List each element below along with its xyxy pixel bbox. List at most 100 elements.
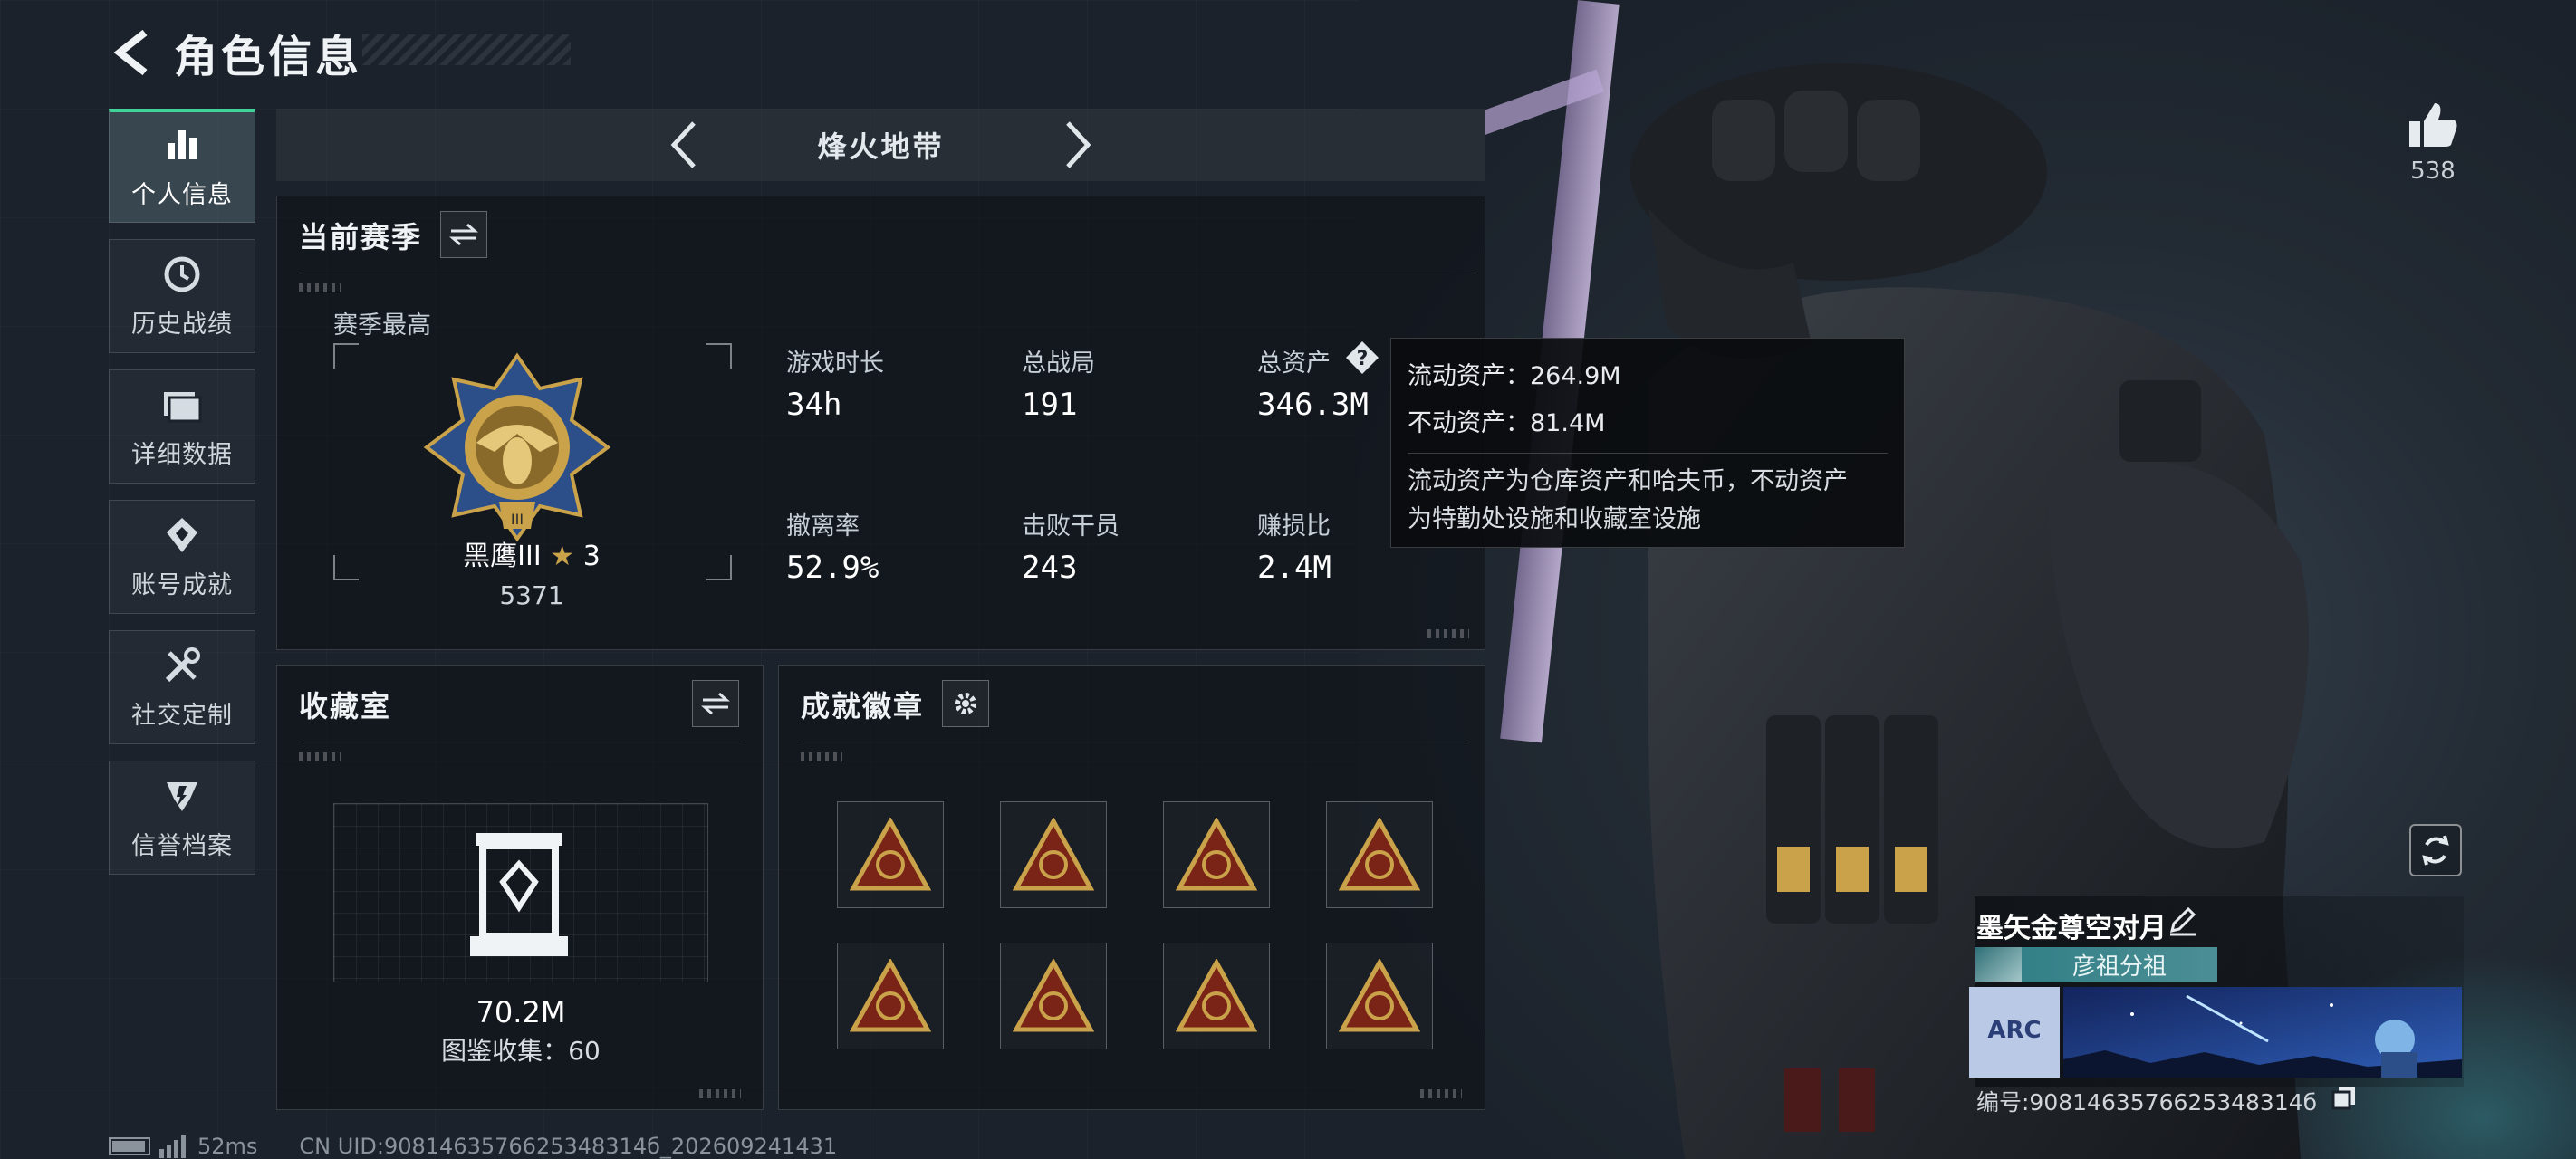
profile-banner[interactable]: ARC: [1969, 987, 2462, 1078]
sidebar-item-reputation[interactable]: 信誉档案: [109, 761, 255, 875]
sidebar-item-label: 社交定制: [131, 701, 233, 730]
collection-title: 收藏室: [299, 689, 392, 723]
decoration: [801, 752, 842, 761]
banner-artwork: ARC: [1969, 987, 2462, 1078]
history-clock-icon: [161, 254, 203, 295]
switch-arrows-icon: [449, 223, 478, 246]
achievement-badge-icon: [1013, 818, 1094, 891]
page-title: 角色信息: [174, 32, 363, 82]
achievement-badge-icon: [850, 959, 931, 1032]
badge-slot[interactable]: [1326, 943, 1433, 1049]
frame-corner: [706, 343, 732, 369]
like-button[interactable]: 538: [2379, 101, 2487, 185]
bar-chart-icon: [161, 124, 203, 166]
stat-label: 击败干员: [1022, 512, 1120, 541]
folder-icon: [161, 384, 203, 426]
badge-slot[interactable]: [837, 943, 944, 1049]
collection-count: 图鉴收集：60: [441, 1036, 601, 1066]
badge-slot[interactable]: [837, 801, 944, 908]
edit-name-button[interactable]: [2167, 904, 2203, 940]
collection-panel: 收藏室 70.2M 图鉴收集：60: [276, 665, 764, 1110]
badge-slot[interactable]: [1163, 943, 1270, 1049]
copy-icon: [2331, 1087, 2355, 1110]
stat-value: 2.4M: [1257, 550, 1331, 586]
stat-label: 撤离率: [786, 512, 860, 541]
stat-value: 191: [1022, 387, 1078, 423]
svg-text:?: ?: [1357, 348, 1369, 370]
like-count: 538: [2410, 158, 2456, 185]
mode-title: 烽火地带: [817, 129, 945, 164]
wrench-tools-icon: [161, 645, 203, 686]
sidebar-item-achievements[interactable]: 账号成就: [109, 500, 255, 614]
header: 角色信息: [109, 25, 362, 82]
badge-slot[interactable]: [1000, 801, 1107, 908]
back-arrow-icon: [113, 29, 148, 76]
star-icon: ★: [550, 541, 575, 572]
collection-room-preview[interactable]: [333, 803, 708, 982]
achievement-badge-icon: [1176, 818, 1257, 891]
switch-arrows-icon: [701, 692, 730, 715]
decoration: [1427, 629, 1469, 638]
rank-line: 黑鹰III ★ 3: [333, 533, 730, 573]
rank-emblem-icon: III: [423, 352, 611, 542]
refresh-icon: [2422, 835, 2449, 866]
status-uid: CN UID:9081463576625348314б_202609241431: [299, 1134, 838, 1159]
decoration: [699, 1089, 741, 1098]
status-bar: 52ms CN UID:9081463576625348314б_2026092…: [109, 1134, 837, 1159]
achievement-badge-icon: [1013, 959, 1094, 1032]
decoration: [299, 752, 341, 761]
prev-mode-button[interactable]: [657, 118, 711, 172]
next-mode-button[interactable]: [1051, 118, 1105, 172]
sidebar-item-personal-info[interactable]: 个人信息: [109, 109, 255, 223]
signal-icon: [159, 1135, 186, 1158]
help-icon[interactable]: ?: [1344, 340, 1380, 376]
stat-label: 赚损比: [1257, 512, 1331, 541]
collection-switch-button[interactable]: [692, 680, 739, 727]
badge-slot[interactable]: [1000, 943, 1107, 1049]
team-avatar: [1975, 947, 2022, 982]
asset-tooltip: 流动资产：264.9M 不动资产：81.4M 流动资产为仓库资产和哈夫币，不动资…: [1390, 338, 1905, 548]
battery-icon: [109, 1137, 150, 1155]
stat-label: 游戏时长: [786, 350, 884, 378]
chevron-left-icon: [670, 121, 696, 168]
season-best-label: 赛季最高: [333, 311, 431, 340]
badge-slot[interactable]: [1163, 801, 1270, 908]
ping-value: 52ms: [197, 1134, 258, 1159]
player-name: 墨矢金尊空对月: [1976, 913, 2167, 944]
badge-settings-button[interactable]: [942, 680, 989, 727]
liquid-assets: 流动资产：264.9M: [1408, 362, 1621, 390]
collection-value: 70.2M: [476, 995, 566, 1030]
sidebar-item-label: 个人信息: [131, 181, 233, 209]
stat-value: 34h: [786, 387, 842, 423]
sidebar-item-detailed-data[interactable]: 详细数据: [109, 369, 255, 484]
badges-panel: 成就徽章: [778, 665, 1485, 1110]
player-uid: 编号:9081463576625348314б: [1976, 1089, 2318, 1116]
season-title: 当前赛季: [299, 220, 423, 254]
sidebar: 个人信息 历史战绩 详细数据 账号成就 社交定制 信誉档案: [109, 109, 255, 891]
back-button[interactable]: [109, 25, 156, 80]
divider: [1408, 453, 1888, 454]
sidebar-item-label: 信誉档案: [131, 831, 233, 860]
sidebar-item-label: 账号成就: [131, 570, 233, 599]
sidebar-item-label: 历史战绩: [131, 310, 233, 339]
rank-score: 5371: [499, 580, 564, 610]
refresh-button[interactable]: [2409, 824, 2462, 876]
achievement-icon: [161, 514, 203, 556]
stat-label: 总资产: [1257, 350, 1331, 378]
season-switch-button[interactable]: [440, 211, 487, 258]
rank-stars: 3: [582, 541, 601, 572]
sidebar-item-social[interactable]: 社交定制: [109, 630, 255, 744]
season-panel: 当前赛季 赛季最高 III 黑鹰III ★ 3 5371 游戏时长 34h 总战…: [276, 196, 1485, 650]
sidebar-item-label: 详细数据: [131, 440, 233, 469]
team-tag[interactable]: 彦祖分祖: [1975, 947, 2217, 982]
chevron-right-icon: [1066, 121, 1091, 168]
pencil-icon: [2169, 906, 2196, 936]
achievement-badge-icon: [1339, 959, 1420, 1032]
fixed-assets: 不动资产：81.4M: [1408, 409, 1606, 437]
decoration: [1420, 1089, 1462, 1098]
copy-uid-button[interactable]: [2331, 1085, 2359, 1112]
sidebar-item-history[interactable]: 历史战绩: [109, 239, 255, 353]
gear-icon: [955, 693, 976, 714]
badge-slot[interactable]: [1326, 801, 1433, 908]
tooltip-desc-line-1: 流动资产为仓库资产和哈夫币，不动资产: [1408, 467, 1848, 495]
